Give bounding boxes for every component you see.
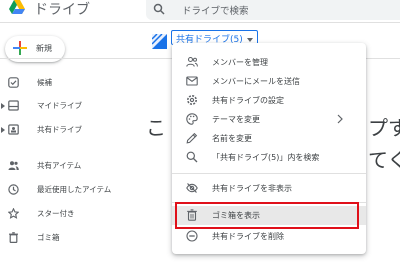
sidebar-item-recent[interactable]: 最近使用したアイテム (0, 181, 130, 199)
menu-item-label: 名前を変更 (212, 134, 252, 143)
expand-caret-icon[interactable] (1, 103, 5, 109)
menu-item-label: メンバーを管理 (212, 58, 268, 67)
palette-icon (186, 113, 198, 125)
sidebar-item-label: 共有アイテム (37, 161, 82, 170)
trash-icon (187, 209, 197, 221)
sidebar-item-label: マイドライブ (37, 101, 82, 110)
eye-off-icon (186, 183, 198, 193)
menu-item-label: 共有ドライブを削除 (212, 232, 284, 241)
menu-item-label: ゴミ箱を表示 (212, 211, 260, 220)
sidebar-item-label: ゴミ箱 (37, 233, 60, 242)
my-drive-icon (8, 100, 19, 111)
sidebar-item-shared-with-me[interactable]: 共有アイテム (0, 157, 130, 175)
search-icon[interactable] (153, 3, 165, 15)
chevron-right-icon (337, 114, 343, 124)
sidebar-item-shared-drives[interactable]: 共有ドライブ (0, 121, 130, 139)
menu-item-label: 共有ドライブの設定 (212, 96, 284, 105)
new-button-label: 新規 (36, 44, 52, 53)
drive-app: ドライブ ドライブで検索 新規 候補 マイドライブ 共有ドライブ 共有アイテム … (0, 0, 400, 267)
sidebar-item-label: 共有ドライブ (37, 125, 82, 134)
menu-item-delete-shared-drive[interactable]: 共有ドライブを削除 (172, 227, 366, 246)
settings-icon (187, 95, 197, 105)
app-title: ドライブ (34, 2, 90, 18)
search-bar[interactable]: ドライブで検索 (146, 0, 400, 20)
empty-state-text: こ (146, 116, 166, 140)
shared-drive-color-icon (152, 34, 167, 49)
sidebar-item-my-drive[interactable]: マイドライブ (0, 97, 130, 115)
header-divider (0, 22, 400, 23)
star-icon (8, 208, 19, 219)
sidebar-item-label: 最近使用したアイテム (37, 185, 112, 194)
sidebar-item-starred[interactable]: スター付き (0, 205, 130, 223)
plus-icon (13, 41, 27, 55)
drive-logo[interactable] (9, 0, 25, 14)
search-input[interactable]: ドライブで検索 (182, 3, 249, 17)
email-icon (186, 76, 198, 86)
search-icon (186, 151, 198, 163)
clock-icon (8, 184, 19, 195)
sidebar-item-trash[interactable]: ゴミ箱 (0, 229, 130, 247)
sidebar-item-suggested[interactable]: 候補 (0, 74, 130, 92)
menu-divider (172, 202, 366, 203)
menu-item-manage-members[interactable]: メンバーを管理 (172, 53, 366, 72)
expand-caret-icon[interactable] (1, 127, 5, 133)
check-circle-icon (8, 77, 19, 88)
menu-item-label: 共有ドライブを非表示 (212, 184, 292, 193)
menu-item-rename[interactable]: 名前を変更 (172, 129, 366, 148)
menu-item-label: メンバーにメールを送信 (212, 77, 300, 86)
menu-item-label: テーマを変更 (212, 115, 260, 124)
menu-item-hide-shared-drive[interactable]: 共有ドライブを非表示 (172, 179, 366, 198)
people-icon (8, 161, 19, 170)
menu-item-show-trash[interactable]: ゴミ箱を表示 (172, 206, 366, 225)
shared-drive-context-menu: メンバーを管理 メンバーにメールを送信 共有ドライブの設定 テーマを変更 名前を… (172, 43, 366, 254)
pencil-icon (186, 132, 198, 144)
menu-item-search-in-drive[interactable]: 「共有ドライブ(5)」内を検索 (172, 148, 366, 167)
menu-item-label: 「共有ドライブ(5)」内を検索 (212, 153, 320, 162)
sidebar-item-label: 候補 (37, 78, 52, 87)
empty-state-text: てく (368, 148, 400, 172)
shared-drives-icon (8, 124, 19, 135)
menu-item-change-theme[interactable]: テーマを変更 (172, 110, 366, 129)
remove-circle-icon (186, 230, 198, 242)
trash-icon (9, 232, 18, 243)
chevron-down-icon (246, 37, 253, 42)
manage-members-icon (186, 56, 198, 67)
menu-divider (172, 173, 366, 174)
empty-state-text: プす (368, 116, 400, 140)
sidebar-item-label: スター付き (37, 209, 75, 218)
menu-item-email-members[interactable]: メンバーにメールを送信 (172, 72, 366, 91)
menu-item-shared-drive-settings[interactable]: 共有ドライブの設定 (172, 91, 366, 110)
